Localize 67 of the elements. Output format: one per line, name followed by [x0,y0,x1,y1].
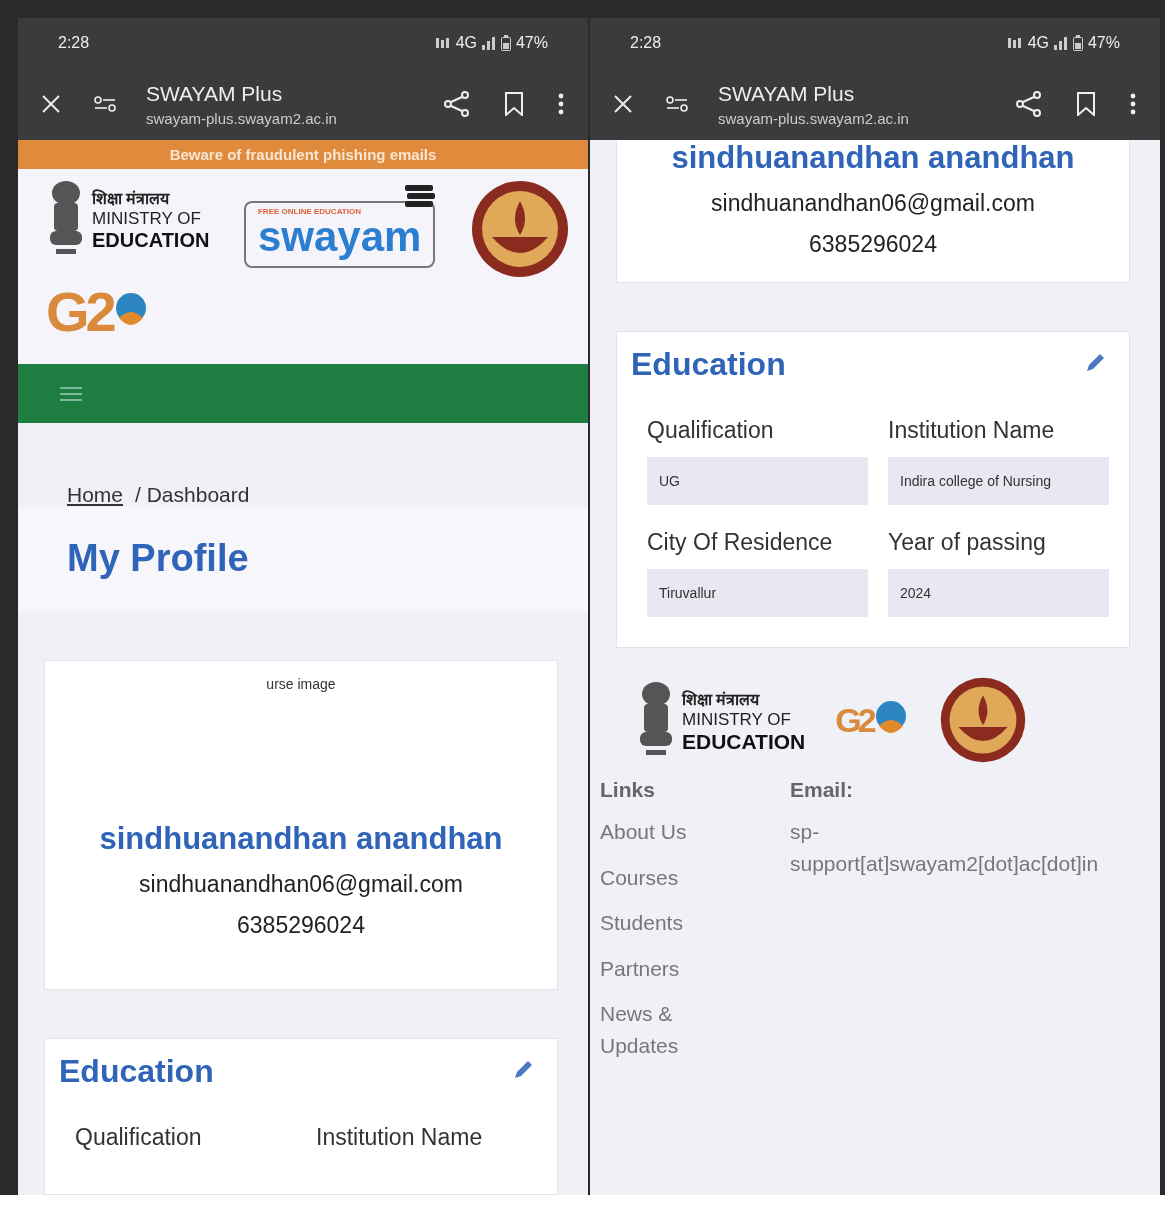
url-text: swayam-plus.swayam2.ac.in [718,109,910,127]
more-icon [558,93,564,115]
field-label: Year of passing [888,529,1047,557]
ministry-text: EDUCATION [92,229,210,252]
g20-logo: G2 [835,700,909,740]
battery-icon [1072,35,1083,51]
close-icon [614,95,632,113]
footer-link[interactable]: Partners [600,952,700,984]
signal-icon [1053,36,1068,50]
battery-percent: 47% [1087,34,1120,52]
status-time: 2:28 [58,34,90,52]
network-type: 4G [1027,34,1049,52]
signal-icon [481,36,496,50]
footer-heading: Email: [790,778,855,802]
profile-email: sindhuanandhan06@gmail.com [710,190,1036,217]
ministry-text: MINISTRY OF [682,710,792,730]
page-title: My Profile [67,537,250,580]
ministry-text: MINISTRY OF [92,209,202,229]
footer-link[interactable]: About Us [600,816,700,848]
field-label: City Of Residence [647,529,834,557]
menu-icon [60,385,82,402]
settings-icon [94,96,116,112]
section-title: Education [59,1053,214,1090]
network-type: 4G [455,34,477,52]
breadcrumb-link[interactable]: Home [67,483,124,507]
page-title-text: SWAYAM Plus [718,81,856,106]
ministry-hindi-text: शिक्षा मंत्रालय [682,689,761,710]
bookmark-icon [1076,92,1096,116]
warning-banner: Beware of fraudulent phishing emails [18,140,588,169]
status-time: 2:28 [630,34,662,52]
g20-logo: G2 [46,279,149,344]
profile-phone: 6385296024 [236,912,366,939]
bookmark-icon [504,92,524,116]
books-icon [403,183,438,209]
settings-icon [666,96,688,112]
url-text: swayam-plus.swayam2.ac.in [146,109,338,127]
profile-name: sindhuanandhan anandhan [98,821,504,857]
field-value: Indira college of Nursing [888,457,1109,505]
field-label: Institution Name [316,1124,484,1152]
field-label: Qualification [647,417,775,445]
profile-email: sindhuanandhan06@gmail.com [138,871,464,898]
image-alt-text: urse image [266,676,336,692]
field-value: Tiruvallur [647,569,868,617]
contact-email: sp-support[at]swayam2[dot]ac[dot]in [790,819,1100,877]
section-title: Education [631,346,786,383]
pencil-icon [513,1060,533,1080]
more-icon [1130,93,1136,115]
share-icon [1016,91,1042,117]
share-icon [444,91,470,117]
footer-link[interactable]: Courses [600,861,700,893]
close-icon [42,95,60,113]
footer-link[interactable]: News & Updates [600,998,700,1061]
battery-icon [500,35,511,51]
page-title-text: SWAYAM Plus [146,81,284,106]
footer-heading: Links [600,778,656,802]
pencil-icon [1085,353,1105,373]
field-label: Institution Name [888,417,1056,445]
ministry-hindi-text: शिक्षा मंत्रालय [92,188,171,209]
field-value: UG [647,457,868,505]
field-value: 2024 [888,569,1109,617]
breadcrumb-current: / Dashboard [135,483,250,507]
ministry-text: EDUCATION [682,730,806,754]
profile-phone: 6385296024 [808,231,938,258]
field-label: Qualification [75,1124,203,1152]
footer-link[interactable]: Students [600,907,700,939]
battery-percent: 47% [515,34,548,52]
profile-name: sindhuanandhan anandhan [670,140,1076,176]
